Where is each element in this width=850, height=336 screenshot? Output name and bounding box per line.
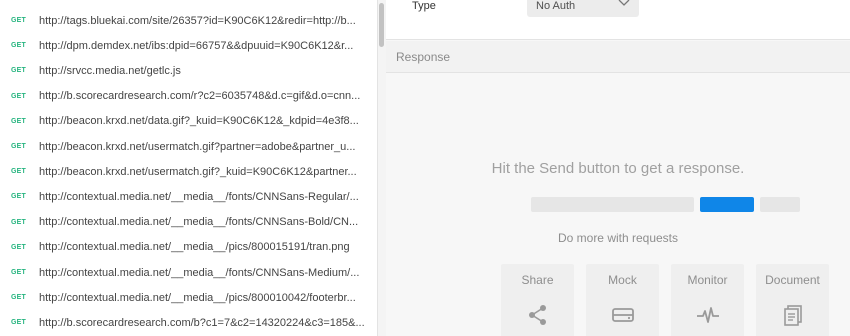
request-method-badge: GET [11, 117, 26, 125]
monitor-card[interactable]: Monitor [671, 264, 744, 336]
request-url: http://contextual.media.net/__media__/fo… [39, 216, 359, 229]
mock-card[interactable]: Mock [586, 264, 659, 336]
request-url: http://beacon.krxd.net/data.gif?_kuid=K9… [39, 115, 359, 128]
history-item[interactable]: GET http://contextual.media.net/__media__… [0, 235, 377, 260]
response-title: Response [396, 50, 451, 64]
history-scrollbar[interactable] [377, 0, 386, 336]
share-card[interactable]: Share [501, 264, 574, 336]
request-url: http://b.scorecardresearch.com/r?c2=6035… [39, 90, 361, 103]
history-scrollbar-thumb[interactable] [379, 3, 384, 47]
response-header: Response [386, 41, 850, 73]
request-url: http://contextual.media.net/__media__/pi… [39, 291, 356, 304]
request-method-badge: GET [11, 42, 26, 50]
request-url: http://contextual.media.net/__media__/pi… [39, 241, 350, 254]
placeholder-bar [531, 197, 694, 212]
request-url: http://srvcc.media.net/getlc.js [39, 64, 181, 77]
request-history-list: GET http://tags.bluekai.com/site/26357?id… [0, 0, 377, 336]
document-card[interactable]: Document [756, 264, 829, 336]
history-item[interactable]: GET http://srvcc.media.net/getlc.js [0, 58, 377, 83]
auth-type-select[interactable]: No Auth [527, 0, 639, 17]
request-method-badge: GET [11, 319, 26, 327]
request-method-badge: GET [11, 168, 26, 176]
history-item[interactable]: GET http://b.scorecardresearch.com/b?c1=7… [0, 310, 377, 335]
history-item[interactable]: GET http://beacon.krxd.net/data.gif?_kuid… [0, 109, 377, 134]
auth-type-value: No Auth [536, 0, 576, 12]
request-url: http://b.scorecardresearch.com/b?c1=7&c2… [39, 316, 365, 329]
history-item[interactable]: GET http://contextual.media.net/__media__… [0, 184, 377, 209]
do-more-heading: Do more with requests [557, 231, 679, 245]
request-method-badge: GET [11, 193, 26, 201]
authorization-section: Type No Auth [386, 0, 850, 40]
history-item[interactable]: GET http://contextual.media.net/__media__… [0, 285, 377, 310]
request-url: http://contextual.media.net/__media__/fo… [39, 266, 360, 279]
request-method-badge: GET [11, 269, 26, 276]
share-card-label: Share [521, 273, 554, 287]
request-method-badge: GET [11, 92, 26, 100]
placeholder-bar-accent [700, 197, 754, 212]
history-item[interactable]: GET http://beacon.krxd.net/usermatch.gif?… [0, 159, 377, 184]
document-card-label: Document [765, 273, 820, 287]
request-url: http://beacon.krxd.net/usermatch.gif?_ku… [39, 165, 357, 178]
monitor-icon [697, 307, 719, 323]
send-hint-text: Hit the Send button to get a response. [491, 160, 745, 177]
chevron-down-icon [618, 0, 630, 6]
history-item[interactable]: GET http://tags.bluekai.com/site/26357?id… [0, 8, 377, 33]
history-item[interactable]: GET http://contextual.media.net/__media__… [0, 210, 377, 235]
share-icon [529, 305, 546, 325]
auth-type-label: Type [412, 0, 436, 12]
mock-icon [612, 308, 634, 322]
request-detail-panel: Type No Auth Response Hit the Send butto… [386, 0, 850, 336]
history-item[interactable]: GET http://dpm.demdex.net/ibs:dpid=66757&… [0, 33, 377, 58]
request-method-badge: GET [11, 17, 26, 24]
request-url: http://beacon.krxd.net/usermatch.gif?par… [39, 140, 356, 153]
request-url: http://contextual.media.net/__media__/fo… [39, 190, 359, 203]
placeholder-bar [760, 197, 800, 212]
history-item[interactable]: GET http://b.scorecardresearch.com/r?c2=6… [0, 84, 377, 109]
mock-card-label: Mock [608, 273, 637, 287]
history-item[interactable]: GET http://contextual.media.net/__media__… [0, 260, 377, 285]
document-icon [784, 305, 802, 326]
request-method-badge: GET [11, 143, 26, 150]
request-method-badge: GET [11, 243, 26, 251]
request-method-badge: GET [11, 67, 26, 75]
request-url: http://tags.bluekai.com/site/26357?id=K9… [39, 14, 356, 27]
history-item[interactable]: GET http://beacon.krxd.net/usermatch.gif?… [0, 134, 377, 159]
request-method-badge: GET [11, 218, 26, 226]
request-url: http://dpm.demdex.net/ibs:dpid=66757&&dp… [39, 39, 354, 52]
request-method-badge: GET [11, 294, 26, 302]
monitor-card-label: Monitor [687, 273, 728, 287]
